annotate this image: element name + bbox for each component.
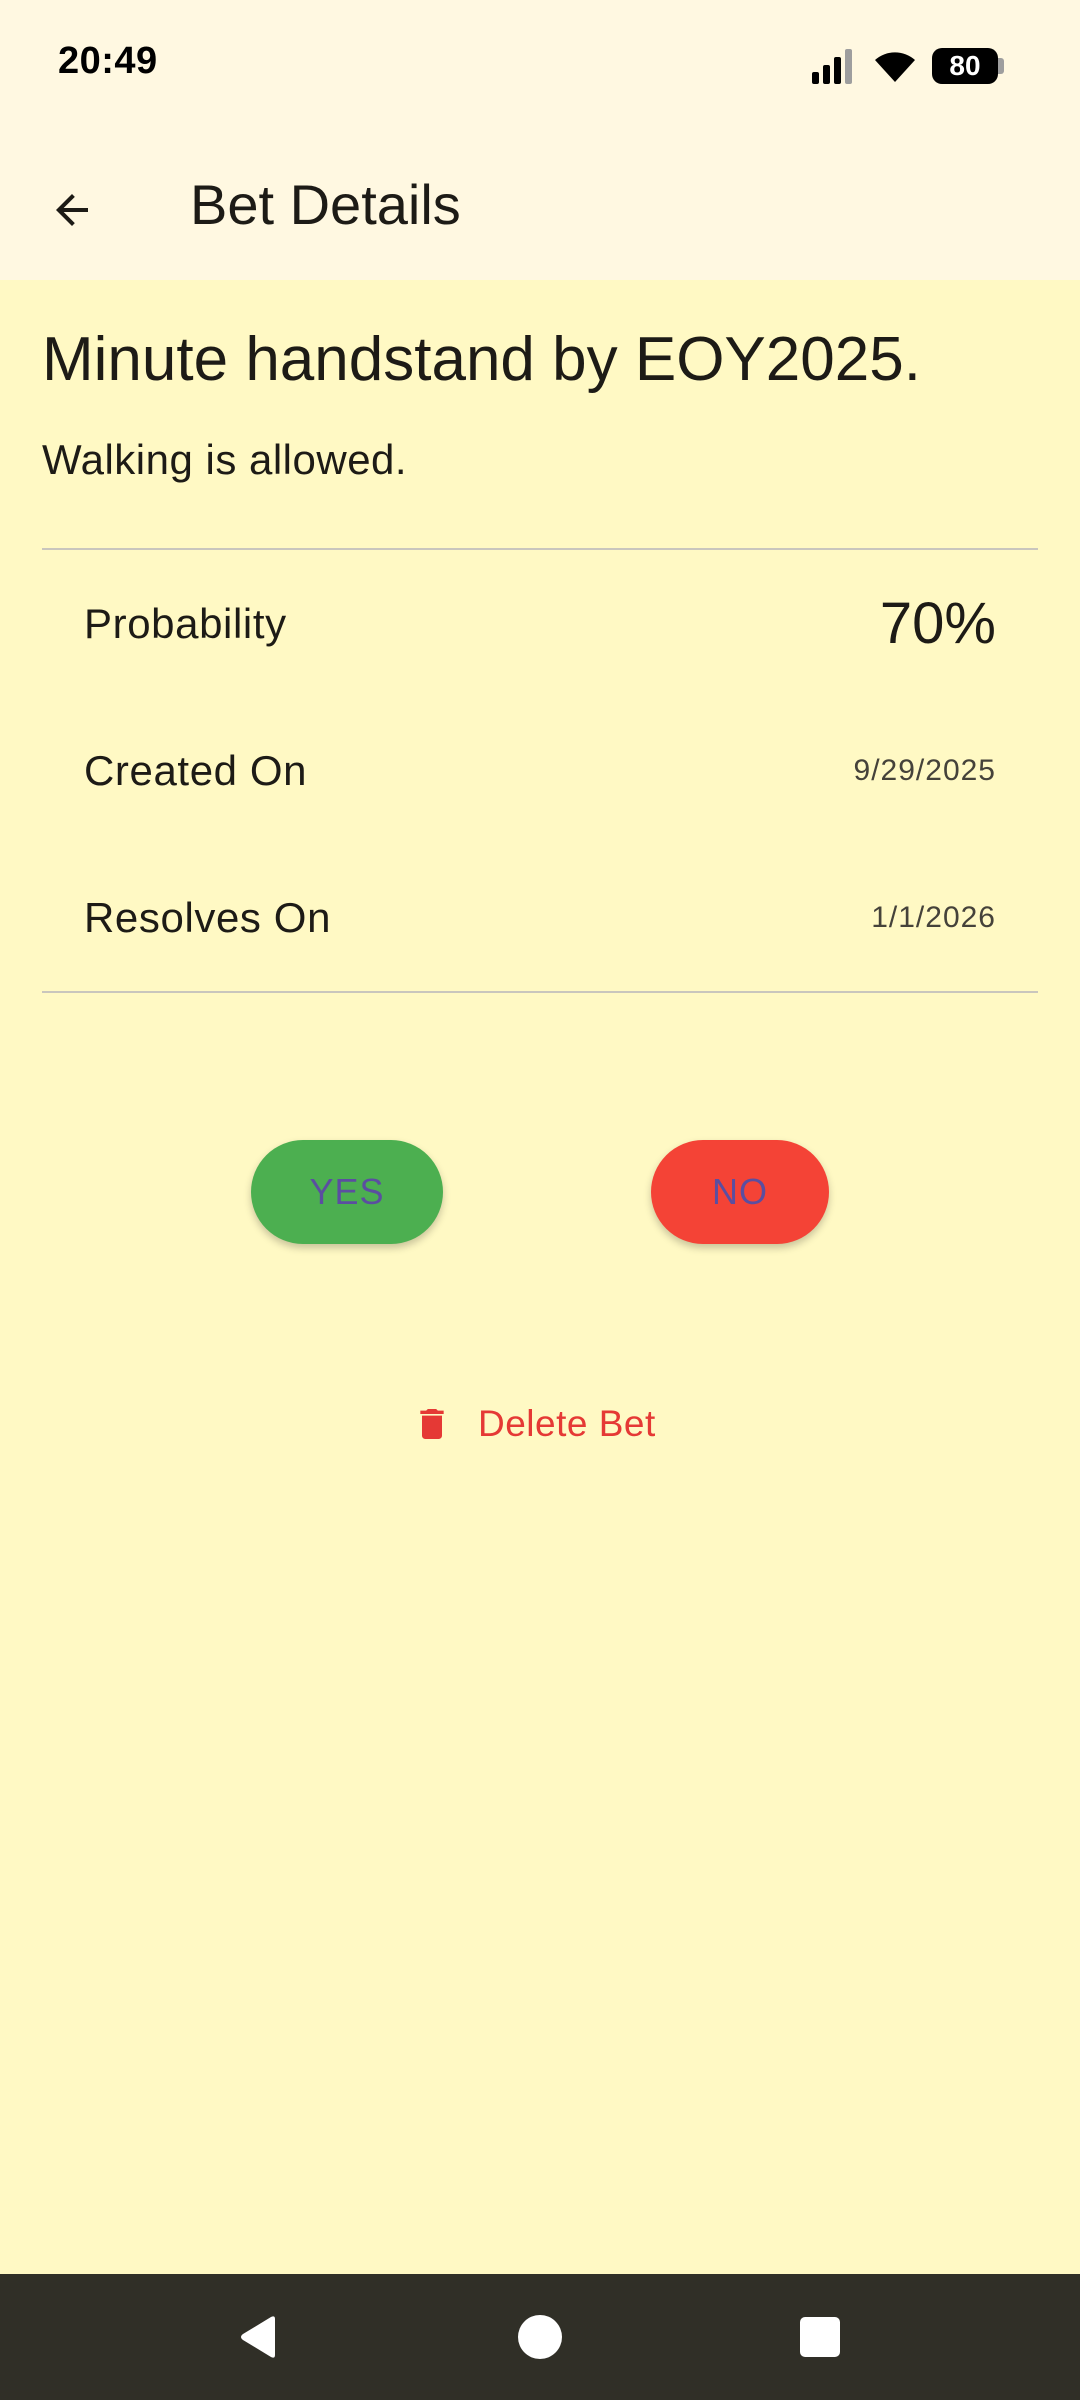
bet-content: Minute handstand by EOY2025. Walking is … <box>42 280 1038 994</box>
bet-description: Walking is allowed. <box>42 436 408 484</box>
wifi-icon <box>875 52 915 82</box>
status-time: 20:49 <box>58 40 158 82</box>
screen: 20:49 80 Bet Details Minute handstand by… <box>0 0 1080 2400</box>
nav-back-icon <box>241 2316 275 2358</box>
nav-home-icon <box>518 2315 562 2359</box>
page-title: Bet Details <box>190 173 461 236</box>
bet-details-list: Probability 70% Created On 9/29/2025 Res… <box>42 550 1038 991</box>
system-nav-bar <box>0 2274 1080 2400</box>
detail-row-probability: Probability 70% <box>84 550 996 697</box>
delete-bet-label: Delete Bet <box>478 1403 656 1444</box>
detail-row-resolves-on: Resolves On 1/1/2026 <box>84 844 996 991</box>
status-icons: 80 <box>810 46 1004 86</box>
battery-icon: 80 <box>932 48 1004 84</box>
nav-back-button[interactable] <box>222 2300 296 2374</box>
status-bar: 20:49 80 <box>0 0 1080 132</box>
back-button[interactable] <box>30 168 114 252</box>
detail-row-created-on: Created On 9/29/2025 <box>84 697 996 844</box>
battery-level: 80 <box>932 48 998 84</box>
bet-title: Minute handstand by EOY2025. <box>42 325 921 394</box>
resolves-on-value: 1/1/2026 <box>871 900 996 934</box>
no-button[interactable]: NO <box>651 1140 829 1244</box>
created-on-value: 9/29/2025 <box>853 753 996 787</box>
nav-home-button[interactable] <box>503 2300 577 2374</box>
divider <box>42 991 1038 994</box>
vote-buttons: YES NO <box>0 1140 1080 1244</box>
nav-recents-button[interactable] <box>783 2300 857 2374</box>
arrow-back-icon <box>56 194 88 226</box>
trash-icon <box>420 1409 444 1439</box>
detail-label: Resolves On <box>84 893 332 941</box>
signal-icon <box>812 49 852 84</box>
probability-value: 70% <box>879 591 996 657</box>
delete-bet-button[interactable]: Delete Bet <box>412 1388 656 1460</box>
detail-label: Probability <box>84 599 287 647</box>
battery-tip <box>998 58 1004 74</box>
nav-recents-icon <box>800 2317 840 2357</box>
detail-label: Created On <box>84 746 308 794</box>
yes-button[interactable]: YES <box>251 1140 443 1244</box>
app-bar: Bet Details <box>0 132 1080 280</box>
